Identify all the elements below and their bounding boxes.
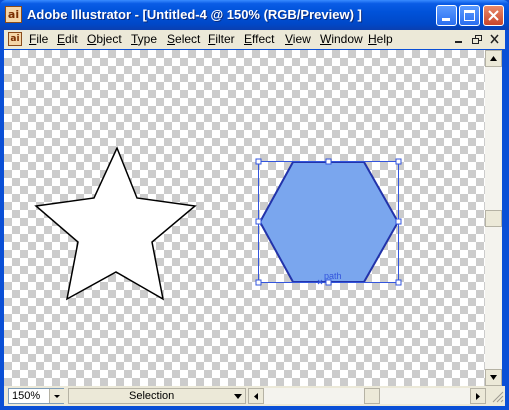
minimize-icon [442,18,450,21]
menu-filter[interactable]: Filter [208,32,235,46]
zoom-dropdown-arrow[interactable] [49,389,64,403]
scroll-left-button[interactable] [248,388,264,404]
doc-close-icon[interactable] [488,33,502,46]
menu-help[interactable]: Help [368,32,393,46]
status-bar: 150% Selection [4,386,505,406]
window-title: Adobe Illustrator - [Untitled-4 @ 150% (… [27,7,362,22]
vertical-scroll-thumb[interactable] [485,210,502,227]
maximize-button[interactable] [459,5,480,26]
star-shape[interactable] [34,146,197,301]
handle-bottom-left[interactable] [255,279,262,286]
menu-effect[interactable]: Effect [244,32,274,46]
handle-middle-right[interactable] [395,218,402,225]
doc-restore-icon[interactable] [470,33,484,46]
title-bar[interactable]: ai Adobe Illustrator - [Untitled-4 @ 150… [0,0,509,30]
zoom-dropdown[interactable]: 150% [8,388,64,404]
scroll-up-button[interactable] [485,50,502,67]
handle-bottom-right[interactable] [395,279,402,286]
menu-bar: ai File Edit Object Type Select Filter E… [4,30,505,49]
arrow-down-icon [490,375,497,380]
menu-edit[interactable]: Edit [57,32,78,46]
smart-guide-label: path [324,271,342,281]
handle-top-right[interactable] [395,158,402,165]
artboard-canvas[interactable]: path [4,50,485,386]
menu-object[interactable]: Object [87,32,122,46]
arrow-right-icon [476,393,480,400]
tool-dropdown-arrow[interactable] [231,390,245,403]
vertical-scrollbar[interactable] [485,50,502,386]
illustrator-app-icon[interactable]: ai [5,6,22,23]
zoom-value: 150% [12,390,41,402]
maximize-icon [464,10,475,21]
menu-file[interactable]: File [29,32,48,46]
handle-middle-left[interactable] [255,218,262,225]
resize-grip-icon[interactable] [490,389,504,403]
minimize-button[interactable] [436,5,457,26]
close-button[interactable] [483,5,504,26]
horizontal-scrollbar[interactable] [248,388,486,404]
horizontal-scroll-thumb[interactable] [364,388,380,404]
handle-top-center[interactable] [325,158,332,165]
chevron-down-icon [234,394,242,399]
menu-view[interactable]: View [285,32,311,46]
handle-top-left[interactable] [255,158,262,165]
scroll-down-button[interactable] [485,369,502,386]
menu-select[interactable]: Select [167,32,200,46]
menu-window[interactable]: Window [320,32,363,46]
current-tool-label: Selection [129,390,175,402]
document-icon[interactable]: ai [8,32,22,46]
chevron-down-icon [54,395,60,398]
scroll-right-button[interactable] [470,388,486,404]
status-tool-dropdown[interactable]: Selection [68,388,246,404]
arrow-left-icon [254,393,258,400]
application-window: ai Adobe Illustrator - [Untitled-4 @ 150… [0,0,509,410]
hexagon-shape[interactable] [258,161,400,283]
doc-minimize-icon[interactable] [452,33,466,46]
arrow-up-icon [490,56,497,61]
menu-type[interactable]: Type [131,32,157,46]
close-icon [488,10,499,21]
